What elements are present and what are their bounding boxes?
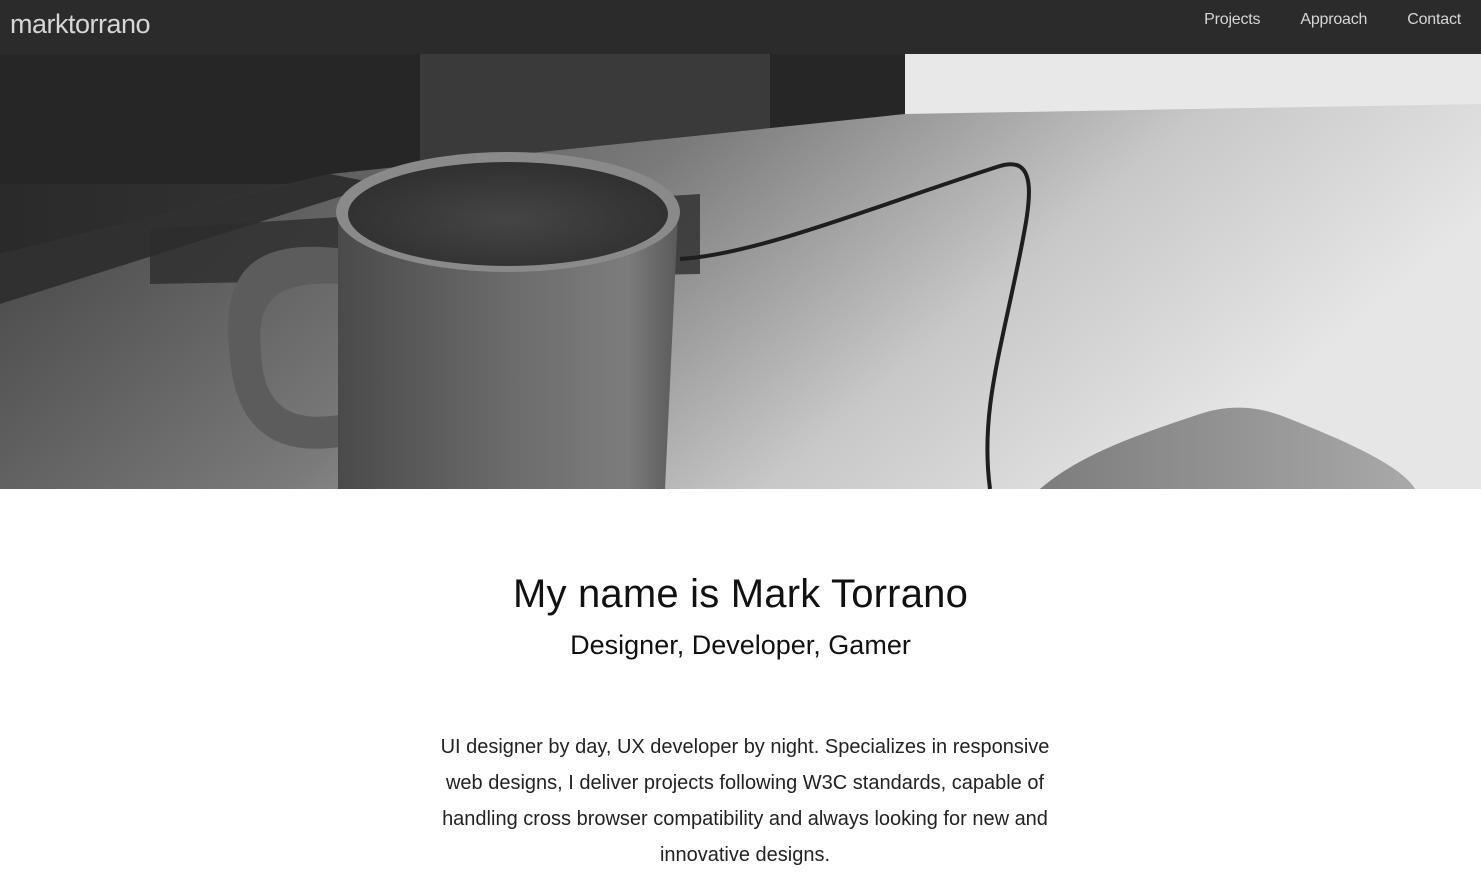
page-title: My name is Mark Torrano — [512, 572, 969, 616]
top-navbar: marktorrano Projects Approach Contact — [0, 0, 1481, 54]
main-nav: Projects Approach Contact — [1164, 11, 1461, 29]
nav-link-approach[interactable]: Approach — [1300, 11, 1367, 29]
brand-logo-link[interactable]: marktorrano — [10, 9, 151, 40]
nav-link-projects[interactable]: Projects — [1204, 11, 1260, 29]
page-subtitle: Designer, Developer, Gamer — [570, 630, 911, 660]
nav-link-contact[interactable]: Contact — [1407, 11, 1461, 29]
bio-paragraph: UI designer by day, UX developer by nigh… — [440, 736, 1050, 866]
hero-image — [0, 54, 1481, 489]
intro-section: My name is Mark Torrano Designer, Develo… — [0, 489, 1481, 896]
